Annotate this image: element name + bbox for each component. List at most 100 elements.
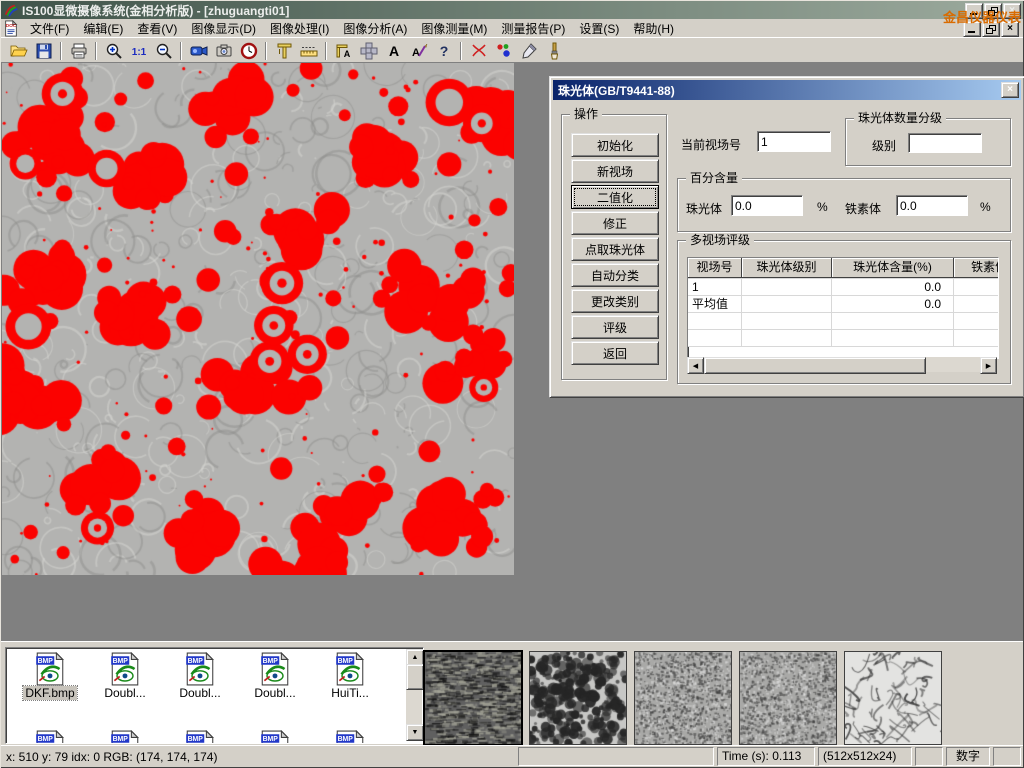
file-item[interactable] (164, 730, 236, 744)
print-icon[interactable] (66, 40, 91, 62)
status-spacer-panel (993, 747, 1021, 766)
return-button[interactable]: 返回 (571, 341, 659, 365)
child-restore-button[interactable] (982, 21, 1000, 37)
current-field-input[interactable] (757, 131, 831, 152)
table-horizontal-scrollbar[interactable]: ◀ ▶ (687, 357, 997, 372)
caliper-icon[interactable] (271, 40, 296, 62)
open-file-icon[interactable] (6, 40, 31, 62)
level-input[interactable] (908, 133, 982, 153)
dialog-close-button[interactable]: × (1001, 82, 1019, 98)
toolbar-separator (265, 42, 267, 60)
pearlite-percent-input[interactable] (731, 195, 803, 216)
menu-measure-report[interactable]: 测量报告(P) (494, 19, 572, 38)
scrollbar-thumb[interactable] (406, 664, 424, 690)
phase-marker-icon[interactable] (491, 40, 516, 62)
brush-tool-icon[interactable] (541, 40, 566, 62)
file-item[interactable] (14, 730, 86, 744)
file-item[interactable]: HuiTi... (314, 652, 386, 700)
menu-image-analysis[interactable]: 图像分析(A) (336, 19, 414, 38)
window-minimize-button[interactable] (965, 3, 983, 19)
menu-bar: DOC 文件(F) 编辑(E) 查看(V) 图像显示(D) 图像处理(I) 图像… (1, 19, 1023, 37)
status-spacer-panel (518, 747, 714, 766)
file-name: HuiTi... (329, 686, 371, 700)
clock-icon[interactable] (236, 40, 261, 62)
menu-image-display[interactable]: 图像显示(D) (184, 19, 263, 38)
scrollbar-thumb[interactable] (704, 357, 926, 374)
toolbar-separator (60, 42, 62, 60)
toolbar-separator (460, 42, 462, 60)
ferrite-percent-input[interactable] (896, 195, 968, 216)
init-button[interactable]: 初始化 (571, 133, 659, 157)
menu-image-processing[interactable]: 图像处理(I) (263, 19, 336, 38)
actual-size-icon[interactable]: 1:1 (126, 40, 151, 62)
thumbnail-preview[interactable] (740, 652, 836, 744)
header-pearlite-level[interactable]: 珠光体级别 (742, 258, 832, 278)
file-item[interactable] (89, 730, 161, 744)
app-logo-icon (4, 3, 19, 18)
change-class-button[interactable]: 更改类别 (571, 289, 659, 313)
close-icon: × (1007, 85, 1013, 95)
header-ferrite-content[interactable]: 铁素体含量(%) (954, 258, 999, 278)
pick-pearlite-button[interactable]: 点取珠光体 (571, 237, 659, 261)
text-annotation-icon[interactable]: A (381, 40, 406, 62)
table-row[interactable]: 平均值 0.0 (688, 296, 999, 313)
menu-image-measure[interactable]: 图像测量(M) (414, 19, 494, 38)
ruler-icon[interactable] (296, 40, 321, 62)
menu-help[interactable]: 帮助(H) (626, 19, 681, 38)
thumbnail-preview[interactable] (845, 652, 941, 744)
file-item[interactable]: Doubl... (89, 652, 161, 700)
menu-edit[interactable]: 编辑(E) (76, 19, 130, 38)
measure-text-icon[interactable]: A (331, 40, 356, 62)
zoom-in-icon[interactable] (101, 40, 126, 62)
file-item[interactable] (239, 730, 311, 744)
cell-level (742, 279, 832, 295)
file-item[interactable] (314, 730, 386, 744)
window-close-button[interactable]: × (1003, 3, 1021, 19)
metallograph-image[interactable] (2, 63, 514, 575)
file-list-scrollbar[interactable]: ▲ ▼ (406, 649, 422, 741)
video-camera-icon[interactable] (186, 40, 211, 62)
header-field-no[interactable]: 视场号 (688, 258, 742, 278)
child-close-button[interactable]: × (1001, 21, 1019, 37)
new-field-button[interactable]: 新视场 (571, 159, 659, 183)
edit-text-icon[interactable]: A (406, 40, 431, 62)
auto-classify-button[interactable]: 自动分类 (571, 263, 659, 287)
header-pearlite-content[interactable]: 珠光体含量(%) (832, 258, 954, 278)
child-minimize-button[interactable] (963, 21, 981, 37)
photo-camera-icon[interactable] (211, 40, 236, 62)
pearlite-label: 珠光体 (686, 200, 722, 217)
menu-view[interactable]: 查看(V) (130, 19, 184, 38)
cell-ferrite (954, 279, 999, 295)
pearlite-dialog: 珠光体(GB/T9441-88) × 操作 初始化 新视场 二值化 修正 点取珠… (549, 76, 1024, 398)
thumbnail-preview[interactable] (425, 652, 521, 744)
file-name: DKF.bmp (23, 686, 76, 700)
file-item[interactable]: Doubl... (164, 652, 236, 700)
scroll-left-icon[interactable]: ◀ (687, 357, 704, 374)
restore-icon (988, 7, 998, 16)
file-item[interactable]: Doubl... (239, 652, 311, 700)
thumbnail-preview[interactable] (530, 652, 626, 744)
file-browser: DKF.bmp Doubl... Doubl... Doubl... HuiTi… (5, 647, 424, 744)
svg-text:DOC: DOC (6, 23, 17, 29)
cursor-coordinates: x: 510 y: 79 idx: 0 RGB: (174, 174, 174) (6, 750, 217, 764)
scroll-down-icon[interactable]: ▼ (406, 724, 424, 741)
binarize-button[interactable]: 二值化 (571, 185, 659, 209)
scroll-right-icon[interactable]: ▶ (980, 357, 997, 374)
restore-icon (986, 25, 996, 34)
correct-button[interactable]: 修正 (571, 211, 659, 235)
pen-tool-icon[interactable] (516, 40, 541, 62)
zoom-out-icon[interactable] (151, 40, 176, 62)
bmp-file-icon (36, 653, 63, 685)
save-icon[interactable] (31, 40, 56, 62)
menu-file[interactable]: 文件(F) (23, 19, 76, 38)
help-icon[interactable]: ? (431, 40, 456, 62)
rate-button[interactable]: 评级 (571, 315, 659, 339)
menu-settings[interactable]: 设置(S) (572, 19, 626, 38)
table-row[interactable]: 1 0.0 (688, 279, 999, 296)
thumbnail-preview[interactable] (635, 652, 731, 744)
curve-tool-icon[interactable] (466, 40, 491, 62)
file-item[interactable]: DKF.bmp (14, 652, 86, 700)
operation-group-label: 操作 (570, 107, 602, 121)
window-restore-button[interactable] (984, 3, 1002, 19)
grid-icon[interactable] (356, 40, 381, 62)
